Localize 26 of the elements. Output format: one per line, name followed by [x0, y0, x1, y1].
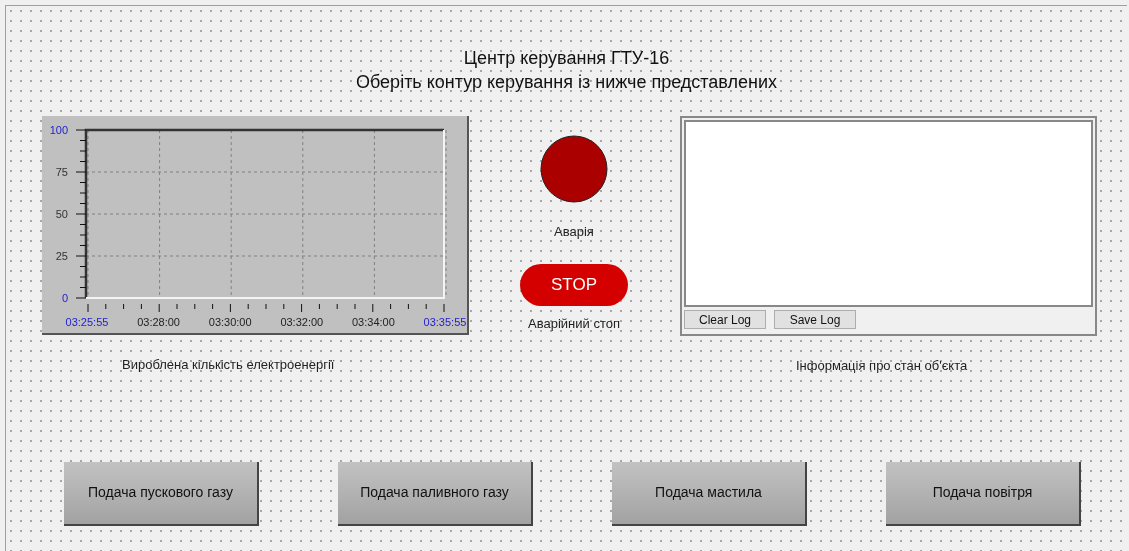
alarm-lamp-icon: [540, 135, 608, 203]
log-text-area[interactable]: [684, 120, 1093, 307]
feed-button[interactable]: Подача пускового газу: [64, 461, 259, 526]
feed-button[interactable]: Подача повітря: [886, 461, 1081, 526]
x-tick-label: 03:28:00: [137, 316, 180, 328]
log-button[interactable]: Clear Log: [684, 310, 766, 329]
stop-button[interactable]: STOP: [520, 263, 628, 306]
x-tick-label: 03:25:55: [65, 316, 109, 328]
x-tick-label: 03:32:00: [280, 316, 324, 328]
page-title: Центр керування ГТУ-16: [463, 47, 670, 70]
chart-caption: Вироблена кількість електроенергії: [122, 356, 335, 374]
log-button[interactable]: Save Log: [774, 310, 856, 329]
x-tick-label: 03:34:00: [352, 316, 395, 328]
y-tick-label: 25: [55, 250, 68, 262]
feed-button[interactable]: Подача мастила: [612, 461, 807, 526]
alarm-label: Аварія: [554, 223, 594, 241]
log-caption: Інформація про стан об'єкта: [796, 357, 968, 375]
page-subtitle: Оберіть контур керування із нижче представлених: [356, 71, 777, 94]
y-tick-label: 50: [55, 208, 68, 220]
y-tick-label: 0: [61, 292, 68, 304]
feed-button[interactable]: Подача паливного газу: [338, 461, 533, 526]
x-tick-label: 03:30:00: [208, 316, 252, 328]
x-tick-label: 03:35:55: [423, 316, 467, 328]
emergency-stop-label: Аварійний стоп: [528, 314, 620, 333]
y-tick-label: 100: [49, 124, 68, 136]
y-tick-label: 75: [55, 166, 68, 178]
